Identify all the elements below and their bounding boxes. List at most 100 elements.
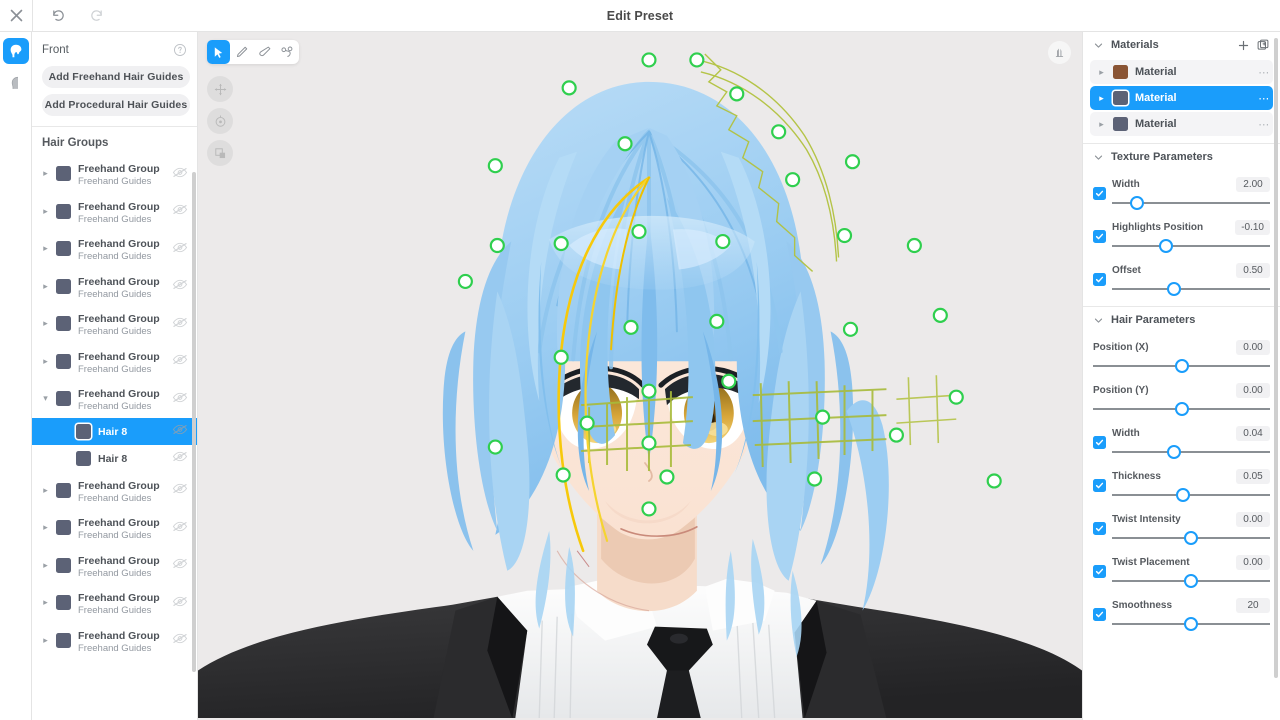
chevron-right-icon[interactable]: ▸ <box>40 597 51 608</box>
visibility-toggle[interactable] <box>172 240 188 258</box>
hair-parameters-collapse-toggle[interactable] <box>1091 313 1105 327</box>
slider-knob[interactable] <box>1176 488 1191 502</box>
hair-groups-list[interactable]: ▸ Freehand Group Freehand Guides ▸ Freehand … <box>32 155 197 720</box>
chevron-right-icon[interactable]: ▸ <box>40 560 51 571</box>
slider-knob[interactable] <box>1166 282 1181 296</box>
chevron-right-icon[interactable]: ▸ <box>40 281 51 292</box>
parameter-value[interactable]: 0.00 <box>1236 382 1270 398</box>
hair-group-row[interactable]: ▸ Freehand Group Freehand Guides <box>32 472 197 510</box>
select-tool-button[interactable] <box>207 40 230 64</box>
chevron-right-icon[interactable]: ▸ <box>40 206 51 217</box>
chevron-right-icon[interactable]: ▸ <box>40 356 51 367</box>
parameter-enable-checkbox[interactable] <box>1093 187 1106 200</box>
hair-parameters-section-header[interactable]: Hair Parameters <box>1083 307 1280 333</box>
visibility-toggle[interactable] <box>172 556 188 574</box>
chevron-right-icon[interactable]: ▸ <box>40 485 51 496</box>
slider-knob[interactable] <box>1184 574 1198 588</box>
parameter-value[interactable]: -0.10 <box>1235 219 1270 235</box>
hair-group-row[interactable]: ▸ Freehand Group Freehand Guides <box>32 343 197 381</box>
color-swatch[interactable] <box>56 482 71 498</box>
color-swatch[interactable] <box>56 241 71 257</box>
pencil-tool-button[interactable] <box>230 40 253 64</box>
color-swatch[interactable] <box>56 391 71 407</box>
parameter-value[interactable]: 0.00 <box>1236 511 1270 527</box>
hair-group-row[interactable]: ▸ Freehand Group Freehand Guides <box>32 509 197 547</box>
slider-knob[interactable] <box>1166 445 1181 459</box>
chevron-right-icon[interactable]: ▸ <box>40 318 51 329</box>
duplicate-material-button[interactable] <box>1256 38 1270 52</box>
eraser-tool-button[interactable] <box>253 40 276 64</box>
material-color-swatch[interactable] <box>1113 117 1128 131</box>
parameter-slider[interactable] <box>1112 530 1270 546</box>
visibility-toggle[interactable] <box>172 202 188 220</box>
color-swatch[interactable] <box>56 166 71 182</box>
node-path-tool-button[interactable] <box>276 40 299 64</box>
color-swatch[interactable] <box>76 423 91 439</box>
visibility-toggle[interactable] <box>172 390 188 408</box>
visibility-toggle[interactable] <box>172 315 188 333</box>
hair-group-row[interactable]: ▸ Freehand Group Freehand Guides <box>32 193 197 231</box>
chevron-down-icon[interactable]: ▾ <box>40 393 51 404</box>
chevron-right-icon[interactable]: ▸ <box>1096 93 1107 104</box>
color-swatch[interactable] <box>56 353 71 369</box>
parameter-value[interactable]: 20 <box>1236 597 1270 613</box>
parameter-enable-checkbox[interactable] <box>1093 608 1106 621</box>
material-row[interactable]: ▸ Material ⋯ <box>1090 86 1273 110</box>
parameter-value[interactable]: 0.00 <box>1236 554 1270 570</box>
material-row[interactable]: ▸ Material ⋯ <box>1090 60 1273 84</box>
visibility-toggle[interactable] <box>172 277 188 295</box>
material-row[interactable]: ▸ Material ⋯ <box>1090 112 1273 136</box>
parameter-slider[interactable] <box>1112 238 1270 254</box>
parameter-value[interactable]: 0.50 <box>1236 262 1270 278</box>
slider-knob[interactable] <box>1174 359 1189 373</box>
parameter-slider[interactable] <box>1112 616 1270 632</box>
parameter-slider[interactable] <box>1112 573 1270 589</box>
parameter-enable-checkbox[interactable] <box>1093 436 1106 449</box>
parameter-enable-checkbox[interactable] <box>1093 273 1106 286</box>
parameter-enable-checkbox[interactable] <box>1093 479 1106 492</box>
color-swatch[interactable] <box>56 520 71 536</box>
help-button[interactable] <box>173 43 187 57</box>
color-swatch[interactable] <box>56 203 71 219</box>
visibility-toggle[interactable] <box>172 594 188 612</box>
hair-group-row[interactable]: ▸ Freehand Group Freehand Guides <box>32 547 197 585</box>
color-swatch[interactable] <box>56 595 71 611</box>
texture-parameters-collapse-toggle[interactable] <box>1091 150 1105 164</box>
visibility-toggle[interactable] <box>172 449 188 467</box>
right-panel-scrollbar[interactable] <box>1274 38 1278 678</box>
slider-knob[interactable] <box>1158 239 1173 253</box>
move-tool-button[interactable] <box>207 76 233 102</box>
materials-collapse-toggle[interactable] <box>1091 38 1105 52</box>
parameter-slider[interactable] <box>1093 358 1270 374</box>
more-dots-icon[interactable]: ⋯ <box>1255 118 1273 131</box>
chevron-right-icon[interactable]: ▸ <box>40 522 51 533</box>
materials-list[interactable]: ▸ Material ⋯ ▸ Material ⋯ ▸ Material ⋯ <box>1083 60 1280 136</box>
add-material-button[interactable] <box>1236 38 1250 52</box>
chevron-right-icon[interactable]: ▸ <box>40 168 51 179</box>
parameter-slider[interactable] <box>1112 195 1270 211</box>
add-freehand-hair-guides-button[interactable]: Add Freehand Hair Guides <box>42 66 190 88</box>
visibility-toggle[interactable] <box>172 631 188 649</box>
undo-button[interactable] <box>42 0 74 31</box>
parameter-value[interactable]: 0.00 <box>1236 339 1270 355</box>
hair-group-row[interactable]: ▸ Freehand Group Freehand Guides <box>32 268 197 306</box>
slider-knob[interactable] <box>1184 531 1198 545</box>
parameter-value[interactable]: 2.00 <box>1236 176 1270 192</box>
more-dots-icon[interactable]: ⋯ <box>1255 92 1273 105</box>
chevron-right-icon[interactable]: ▸ <box>40 243 51 254</box>
left-panel-scrollbar[interactable] <box>192 172 196 672</box>
parameter-enable-checkbox[interactable] <box>1093 565 1106 578</box>
more-dots-icon[interactable]: ⋯ <box>1255 66 1273 79</box>
color-swatch[interactable] <box>76 450 91 466</box>
slider-knob[interactable] <box>1174 402 1189 416</box>
parameter-slider[interactable] <box>1112 444 1270 460</box>
parameter-slider[interactable] <box>1093 401 1270 417</box>
parameter-slider[interactable] <box>1112 487 1270 503</box>
color-swatch[interactable] <box>56 632 71 648</box>
hair-group-row[interactable]: ▾ Freehand Group Freehand Guides <box>32 380 197 418</box>
slider-knob[interactable] <box>1184 617 1198 631</box>
parameter-enable-checkbox[interactable] <box>1093 522 1106 535</box>
visibility-toggle[interactable] <box>172 481 188 499</box>
redo-button[interactable] <box>80 0 112 31</box>
hair-group-row[interactable]: ▸ Freehand Group Freehand Guides <box>32 155 197 193</box>
